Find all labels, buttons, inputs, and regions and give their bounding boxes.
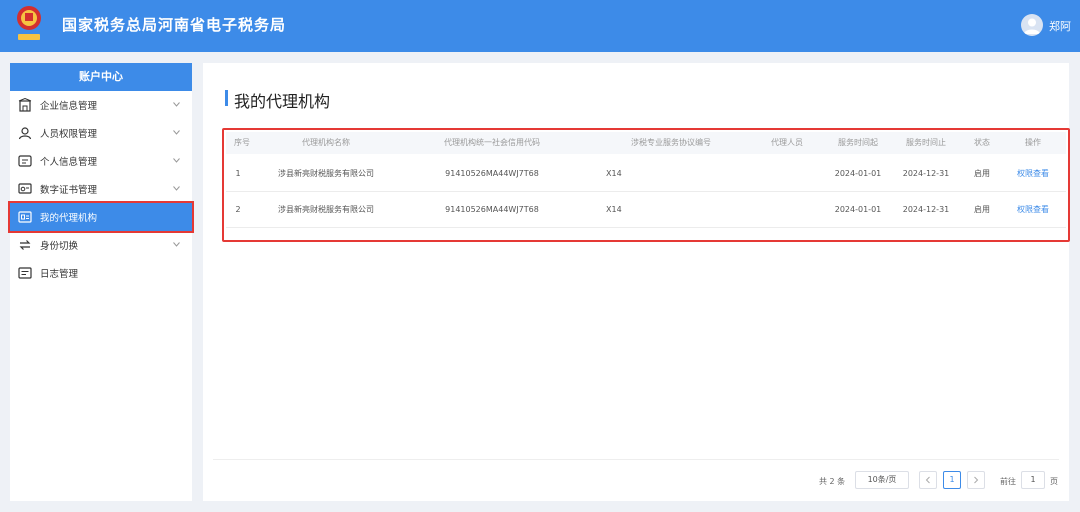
sidebar-item-digital-certificate[interactable]: 数字证书管理 [10, 175, 192, 203]
total-count: 共 2 条 [819, 477, 846, 486]
title-accent-bar [225, 90, 228, 106]
column-header: 操作 [1025, 138, 1041, 147]
service-end: 2024-12-31 [902, 169, 950, 178]
sidebar-item-label: 人员权限管理 [40, 129, 98, 140]
sidebar-item-my-agency[interactable]: 我的代理机构 [8, 201, 194, 233]
agency-icon [18, 211, 32, 223]
service-start: 2024-01-01 [834, 205, 882, 214]
sidebar-item-log-management[interactable]: 日志管理 [10, 259, 192, 287]
view-permissions-link[interactable]: 权限查看 [1010, 192, 1056, 228]
column-header: 涉税专业服务协议编号 [631, 138, 711, 147]
sidebar-item-label: 数字证书管理 [40, 185, 98, 196]
sidebar-heading: 账户中心 [10, 63, 192, 91]
sidebar-item-identity-switch[interactable]: 身份切换 [10, 231, 192, 259]
agency-table: 序号 代理机构名称 代理机构统一社会信用代码 涉税专业服务协议编号 代理人员 服… [222, 128, 1070, 242]
goto-label: 前往 [1000, 477, 1016, 486]
sidebar-item-label: 日志管理 [40, 269, 79, 280]
column-header: 服务时间止 [906, 138, 946, 147]
chevron-down-icon [173, 130, 180, 135]
table-header-row: 序号 代理机构名称 代理机构统一社会信用代码 涉税专业服务协议编号 代理人员 服… [226, 132, 1066, 154]
certificate-icon [18, 183, 32, 194]
status: 启用 [974, 205, 990, 214]
column-header: 代理机构名称 [302, 138, 350, 147]
chevron-down-icon [173, 186, 180, 191]
switch-icon [19, 240, 31, 250]
pagination-divider [213, 459, 1059, 460]
sidebar-item-enterprise-info[interactable]: 企业信息管理 [10, 91, 192, 119]
page-size-select[interactable]: 10条/页 [855, 471, 909, 489]
user-icon [1024, 18, 1040, 34]
view-permissions-link[interactable]: 权限查看 [1010, 156, 1056, 192]
service-end: 2024-12-31 [902, 205, 950, 214]
user-lock-icon [18, 127, 32, 140]
agreement-number: X14 [606, 205, 622, 214]
column-header: 服务时间起 [838, 138, 878, 147]
main-panel: 我的代理机构 序号 代理机构名称 代理机构统一社会信用代码 涉税专业服务协议编号… [203, 63, 1070, 501]
top-header: 国家税务总局河南省电子税务局 郑阿 [0, 0, 1080, 52]
column-header: 序号 [234, 138, 250, 147]
id-card-icon [18, 155, 32, 167]
page-number-current[interactable]: 1 [943, 471, 961, 489]
tax-emblem-logo [17, 6, 41, 40]
sidebar-item-personnel-permissions[interactable]: 人员权限管理 [10, 119, 192, 147]
site-title: 国家税务总局河南省电子税务局 [62, 16, 287, 34]
building-icon [18, 98, 32, 112]
row-index: 2 [235, 205, 241, 214]
table-row: 1 涉县新亮财税服务有限公司 91410526MA44WJ7T68 X14 20… [226, 156, 1066, 192]
page-size-value: 10条/页 [867, 475, 897, 484]
chevron-left-icon [925, 476, 930, 484]
column-header: 状态 [974, 138, 990, 147]
next-page-button[interactable] [967, 471, 985, 489]
column-header: 代理机构统一社会信用代码 [444, 138, 540, 147]
row-index: 1 [235, 169, 241, 178]
agreement-number: X14 [606, 169, 622, 178]
agency-name: 涉县新亮财税服务有限公司 [278, 205, 374, 214]
sidebar-item-personal-info[interactable]: 个人信息管理 [10, 147, 192, 175]
sidebar-item-label: 企业信息管理 [40, 101, 98, 112]
agency-name: 涉县新亮财税服务有限公司 [278, 169, 374, 178]
sidebar-item-label: 身份切换 [40, 241, 79, 252]
service-start: 2024-01-01 [834, 169, 882, 178]
goto-page-input[interactable]: 1 [1021, 471, 1045, 489]
chevron-down-icon [173, 242, 180, 247]
sidebar-item-label: 我的代理机构 [40, 213, 98, 224]
chevron-right-icon [974, 476, 979, 484]
page-unit-label: 页 [1050, 477, 1058, 486]
prev-page-button[interactable] [919, 471, 937, 489]
avatar[interactable] [1021, 14, 1043, 36]
table-row: 2 涉县新亮财税服务有限公司 91410526MA44WJ7T68 X14 20… [226, 192, 1066, 228]
chevron-down-icon [173, 158, 180, 163]
column-header: 代理人员 [771, 138, 803, 147]
page-title: 我的代理机构 [234, 92, 331, 111]
chevron-down-icon [173, 102, 180, 107]
sidebar: 账户中心 企业信息管理 人员权限管理 个人信息管理 数字证书管理 我的代理机构 … [8, 63, 194, 501]
status: 启用 [974, 169, 990, 178]
sidebar-item-label: 个人信息管理 [40, 157, 98, 168]
credit-code: 91410526MA44WJ7T68 [445, 205, 539, 214]
log-icon [18, 267, 32, 279]
user-name[interactable]: 郑阿 [1049, 18, 1071, 34]
credit-code: 91410526MA44WJ7T68 [445, 169, 539, 178]
